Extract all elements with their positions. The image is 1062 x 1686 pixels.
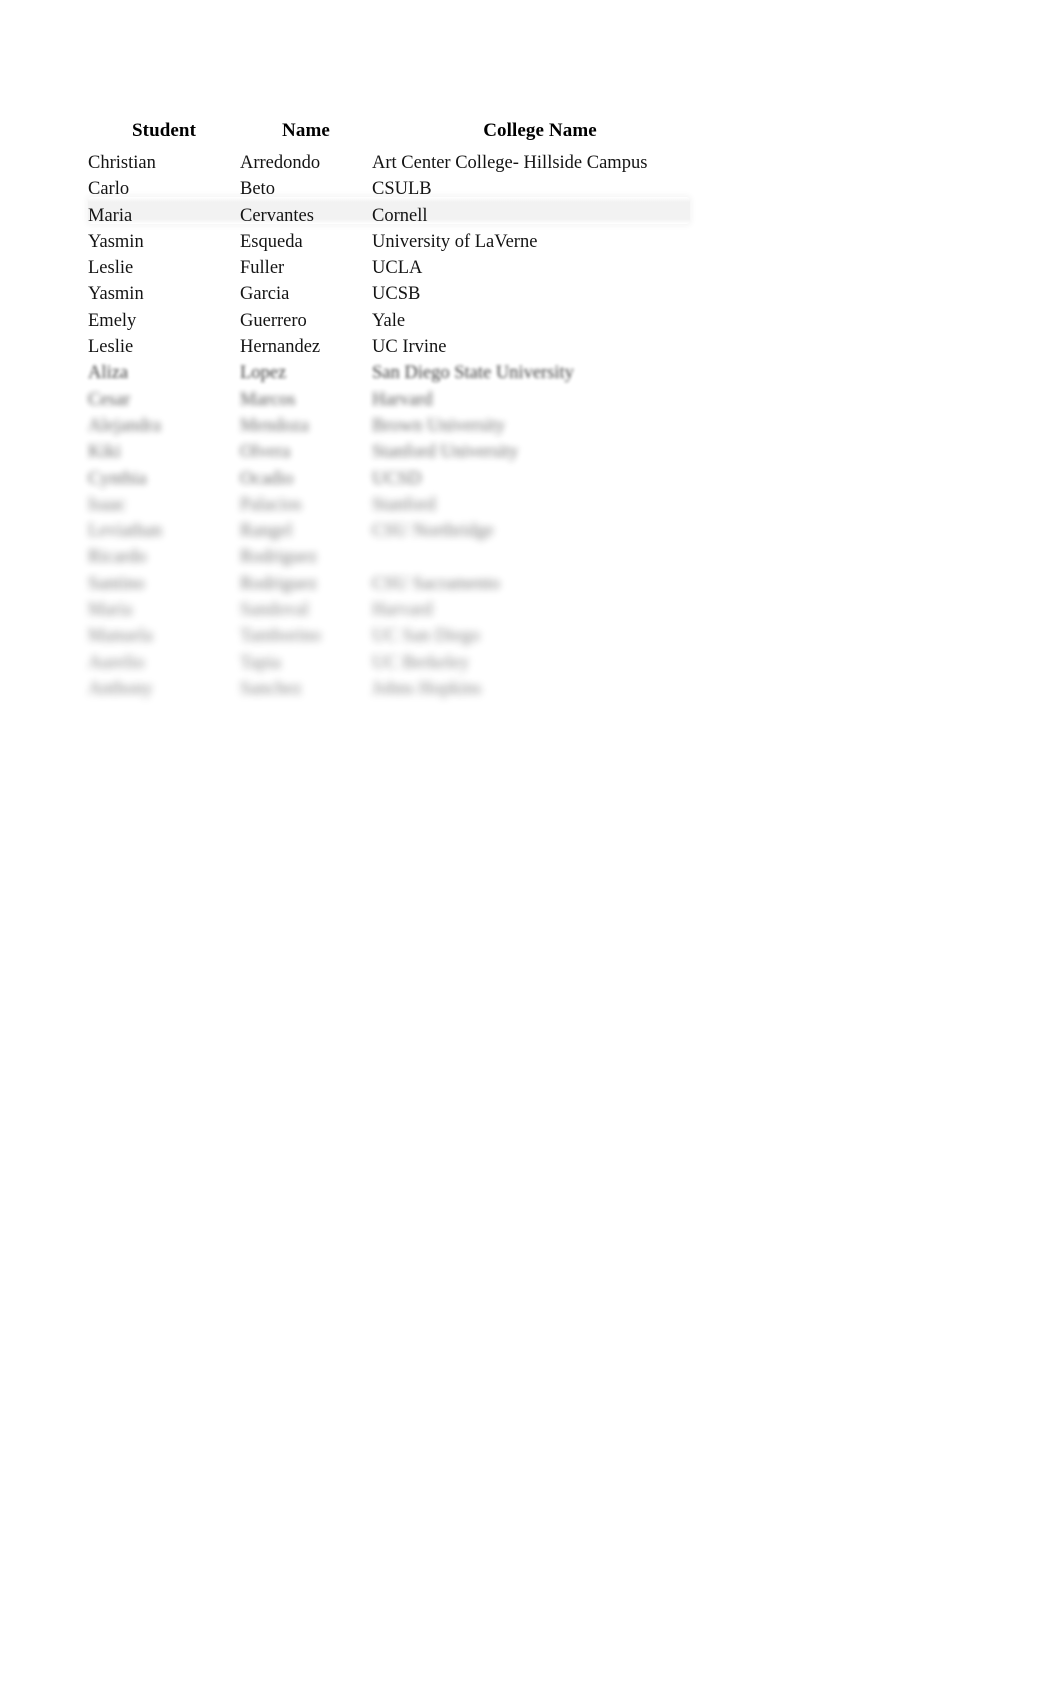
cell-name: Lopez [240,363,287,384]
cell-student: Santino [88,573,145,594]
table-row[interactable]: Leviathan Rangel CSU Northridge [88,518,708,544]
cell-name: Tapia [240,652,281,673]
cell-college: UC Berkeley [372,652,470,673]
cell-student: Carlo [88,179,130,200]
table-row[interactable]: Emely Guerrero Yale [88,308,708,334]
cell-student: Ricardo [88,547,147,568]
table-row[interactable]: Carlo Beto CSULB [88,176,708,202]
cell-name: Mendoza [240,415,309,436]
table-row[interactable]: Anthony Sanchez Johns Hopkins [88,676,708,702]
cell-college: UCSD [372,468,422,489]
cell-student: Kiki [88,442,121,463]
cell-college: CSULB [372,179,432,200]
cell-student: Isaac [88,494,126,515]
cell-student: Leslie [88,337,134,358]
cell-student: Leslie [88,258,134,279]
table-row[interactable]: Cesar Marcos Harvard [88,387,708,413]
table-body: Christian Arredondo Art Center College- Hi… [88,150,708,702]
table-header-row: Student Name College Name [88,118,708,150]
cell-student: Cynthia [88,468,147,489]
cell-student: Aliza [88,363,129,384]
cell-name: Hernandez [240,337,321,358]
cell-name: Ocadio [240,468,294,489]
table-row[interactable]: Yasmin Garcia UCSB [88,281,708,307]
cell-name: Beto [240,179,275,200]
cell-college: Yale [372,310,406,331]
cell-college: Brown University [372,415,506,436]
cell-college: Stanford [372,494,436,515]
cell-name: Marcos [240,389,296,410]
cell-college: Stanford University [372,442,519,463]
table-row[interactable]: Aurelio Tapia UC Berkeley [88,650,708,676]
cell-student: Leviathan [88,521,162,542]
document-page: Student Name College Name Christian Arred… [0,0,1062,1686]
cell-student: Yasmin [88,231,144,252]
cell-name: Fuller [240,258,285,279]
cell-name: Tamborino [240,626,321,647]
cell-name: Guerrero [240,310,307,331]
cell-student: Maria [88,600,133,621]
column-header-student: Student [131,120,197,141]
cell-college [372,544,708,570]
table-row[interactable]: Santino Rodriguez CSU Sacramento [88,571,708,597]
table-row[interactable]: Kiki Olvera Stanford University [88,439,708,465]
table-row[interactable]: Maria Cervantes Cornell [88,203,708,229]
cell-college: University of LaVerne [372,231,538,252]
table-row[interactable]: Maria Sandoval Harvard [88,597,708,623]
cell-name: Rodriguez [240,573,318,594]
cell-college: CSU Sacramento [372,573,500,594]
cell-college: Harvard [372,389,433,410]
cell-name: Palacios [240,494,302,515]
cell-name: Sanchez [240,678,302,699]
table-row[interactable]: Yasmin Esqueda University of LaVerne [88,229,708,255]
cell-college: San Diego State University [372,363,574,384]
column-header-college: College Name [483,120,597,141]
cell-college: UC San Diego [372,626,480,647]
table-row[interactable]: Isaac Palacios Stanford [88,492,708,518]
cell-student: Alejandra [88,415,161,436]
cell-student: Christian [88,153,156,173]
table-row[interactable]: Leslie Hernandez UC Irvine [88,334,708,360]
cell-student: Anthony [88,678,153,699]
cell-student: Aurelio [88,652,145,673]
column-header-name: Name [282,120,330,141]
table-row[interactable]: Ricardo Rodriguez [88,544,708,570]
cell-college: Johns Hopkins [372,678,482,699]
cell-college: Harvard [372,600,433,621]
cell-student: Yasmin [88,284,144,305]
table-row[interactable]: Cynthia Ocadio UCSD [88,466,708,492]
cell-name: Rangel [240,521,293,542]
cell-college: Art Center College- Hillside Campus [372,153,648,173]
table-row[interactable]: Christian Arredondo Art Center College- Hi… [88,150,708,176]
table-row[interactable]: Alejandra Mendoza Brown University [88,413,708,439]
cell-student: Manuela [88,626,153,647]
table-row[interactable]: Manuela Tamborino UC San Diego [88,623,708,649]
cell-college: UCLA [372,258,423,279]
roster-table-container: Student Name College Name Christian Arred… [88,118,708,702]
cell-name: Rodriguez [240,547,318,568]
table-row[interactable]: Leslie Fuller UCLA [88,255,708,281]
cell-name: Esqueda [240,231,303,252]
cell-name: Garcia [240,284,290,305]
cell-college: UCSB [372,284,421,305]
student-college-table: Student Name College Name Christian Arred… [88,118,708,702]
cell-college: UC Irvine [372,337,447,358]
cell-student: Cesar [88,389,131,410]
cell-name: Olvera [240,442,291,463]
table-header: Student Name College Name [88,118,708,150]
cell-student: Emely [88,310,137,331]
cell-college: Cornell [372,205,428,226]
cell-student: Maria [88,205,133,226]
cell-name: Sandoval [240,600,309,621]
cell-name: Cervantes [240,205,314,226]
cell-name: Arredondo [240,153,321,173]
cell-college: CSU Northridge [372,521,494,542]
table-row[interactable]: Aliza Lopez San Diego State University [88,360,708,386]
